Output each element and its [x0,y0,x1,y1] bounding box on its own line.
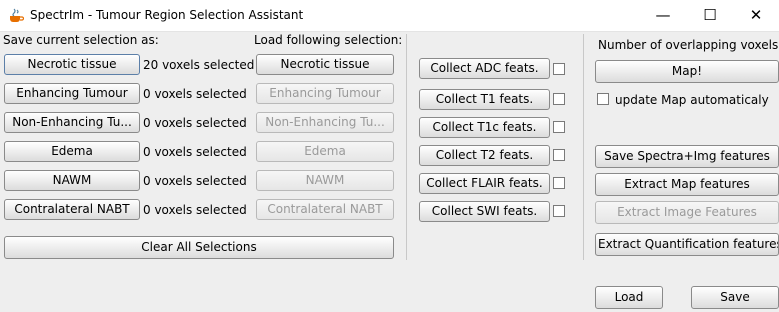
map-button[interactable]: Map! [595,60,779,83]
save-edema-button[interactable]: Edema [4,141,140,162]
close-button[interactable]: ✕ [733,0,779,31]
save-necrotic-tissue-button[interactable]: Necrotic tissue [4,54,140,75]
edema-voxel-count: 0 voxels selected [143,145,247,159]
collect-t1-checkbox[interactable] [553,93,565,105]
panel-divider-right [583,34,584,260]
contralateral-voxel-count: 0 voxels selected [143,203,247,217]
update-map-label: update Map automaticaly [615,93,769,107]
load-enhancing-tumour-button[interactable]: Enhancing Tumour [256,83,394,104]
collect-swi-button[interactable]: Collect SWI feats. [419,201,550,222]
overlapping-voxels-label: Number of overlapping voxels: 0 [598,38,779,52]
collect-flair-button[interactable]: Collect FLAIR feats. [419,173,550,194]
extract-map-features-button[interactable]: Extract Map features [595,173,779,196]
panel-divider-left [406,34,407,260]
collect-swi-checkbox[interactable] [553,205,565,217]
nawm-voxel-count: 0 voxels selected [143,174,247,188]
load-non-enhancing-tumour-button[interactable]: Non-Enhancing Tu... [256,112,394,133]
load-necrotic-tissue-button[interactable]: Necrotic tissue [256,54,394,75]
collect-flair-checkbox[interactable] [553,177,565,189]
collect-adc-checkbox[interactable] [553,63,565,75]
save-enhancing-tumour-button[interactable]: Enhancing Tumour [4,83,140,104]
minimize-button[interactable]: — [640,0,686,31]
collect-adc-button[interactable]: Collect ADC feats. [419,58,550,79]
extract-quantification-features-button[interactable]: Extract Quantification features [595,233,779,256]
non-enhancing-voxel-count: 0 voxels selected [143,116,247,130]
load-button[interactable]: Load [595,286,663,309]
save-nawm-button[interactable]: NAWM [4,170,140,191]
save-non-enhancing-tumour-button[interactable]: Non-Enhancing Tu... [4,112,140,133]
enhancing-voxel-count: 0 voxels selected [143,87,247,101]
save-contralateral-nabt-button[interactable]: Contralateral NABT [4,199,140,220]
title-bar: SpectrIm - Tumour Region Selection Assis… [0,0,779,32]
update-map-checkbox[interactable] [597,93,609,105]
extract-image-features-button[interactable]: Extract Image Features [595,201,779,224]
collect-t1-button[interactable]: Collect T1 feats. [419,89,550,110]
window-title: SpectrIm - Tumour Region Selection Assis… [30,8,304,22]
load-selection-header: Load following selection: [254,33,403,47]
collect-t2-button[interactable]: Collect T2 feats. [419,145,550,166]
save-button[interactable]: Save [691,286,779,309]
clear-all-selections-button[interactable]: Clear All Selections [4,236,394,259]
java-app-icon [10,8,24,22]
necrotic-voxel-count: 20 voxels selected [143,58,255,72]
load-contralateral-nabt-button[interactable]: Contralateral NABT [256,199,394,220]
load-edema-button[interactable]: Edema [256,141,394,162]
load-nawm-button[interactable]: NAWM [256,170,394,191]
maximize-button[interactable]: ☐ [687,0,733,31]
collect-t1c-button[interactable]: Collect T1c feats. [419,117,550,138]
save-spectra-img-features-button[interactable]: Save Spectra+Img features [595,145,779,168]
collect-t2-checkbox[interactable] [553,149,565,161]
collect-t1c-checkbox[interactable] [553,121,565,133]
save-selection-header: Save current selection as: [3,33,159,47]
